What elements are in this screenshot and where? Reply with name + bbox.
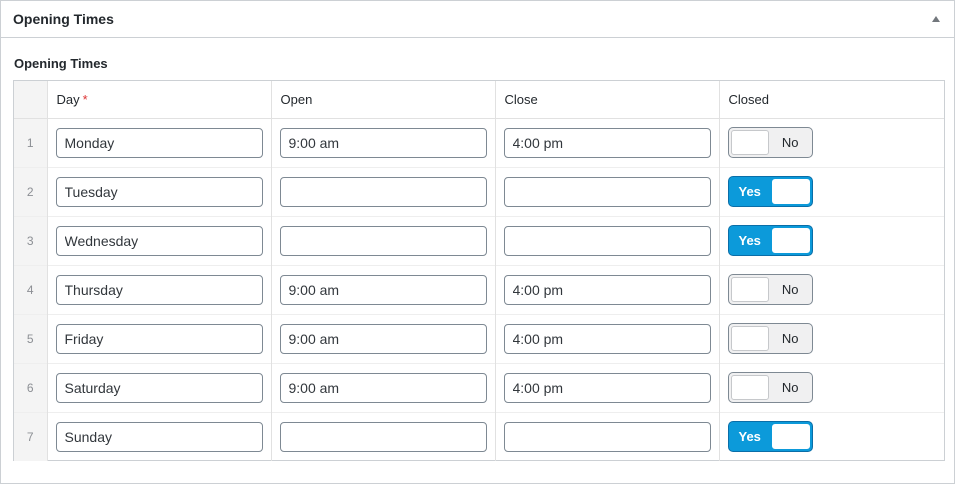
open-time-input[interactable] (279, 274, 487, 305)
table-row: 7 Yes (14, 411, 944, 461)
open-time-input[interactable] (279, 421, 487, 452)
closed-toggle[interactable]: Yes (727, 421, 813, 453)
day-input[interactable] (55, 274, 263, 305)
close-time-input[interactable] (503, 225, 711, 256)
day-input[interactable] (55, 176, 263, 207)
close-cell (494, 411, 719, 461)
open-time-input[interactable] (279, 127, 487, 158)
open-cell (270, 411, 495, 461)
closed-toggle[interactable]: No (727, 372, 813, 403)
column-header-closed: Closed (718, 81, 944, 119)
close-time-input[interactable] (503, 323, 711, 354)
required-marker: * (82, 91, 88, 107)
table-row: 1 No (14, 118, 944, 167)
day-cell (46, 313, 271, 363)
close-time-input[interactable] (503, 127, 711, 158)
table-row: 6 No (14, 362, 944, 412)
opening-times-repeater: Day* Open Close Closed 1 No 2 (13, 80, 945, 461)
day-input[interactable] (55, 323, 263, 354)
day-cell (46, 411, 271, 461)
closed-toggle-label: Yes (738, 429, 761, 445)
open-cell (270, 264, 495, 314)
day-input[interactable] (55, 421, 263, 452)
row-index[interactable]: 3 (14, 215, 47, 265)
close-cell (494, 215, 719, 265)
triangle-up-icon[interactable] (932, 16, 940, 22)
closed-cell: Yes (718, 411, 944, 461)
closed-toggle-label: No (781, 135, 799, 150)
column-header-close: Close (494, 81, 719, 119)
open-time-input[interactable] (279, 225, 487, 256)
closed-toggle-label: No (781, 331, 799, 346)
closed-cell: No (718, 264, 944, 314)
row-index[interactable]: 6 (14, 362, 47, 412)
closed-toggle[interactable]: Yes (727, 225, 813, 256)
row-index[interactable]: 1 (14, 118, 47, 167)
open-cell (270, 166, 495, 216)
row-index[interactable]: 7 (14, 411, 47, 461)
close-time-input[interactable] (503, 421, 711, 452)
open-cell (270, 362, 495, 412)
closed-cell: No (718, 362, 944, 412)
day-cell (46, 215, 271, 265)
toggle-knob (730, 326, 769, 351)
close-time-input[interactable] (503, 274, 711, 305)
closed-toggle-label: Yes (738, 233, 761, 248)
repeater-table: Day* Open Close Closed 1 No 2 (14, 81, 944, 461)
open-cell (270, 118, 495, 167)
row-index[interactable]: 2 (14, 166, 47, 216)
open-time-input[interactable] (279, 323, 487, 354)
row-index[interactable]: 4 (14, 264, 47, 314)
day-cell (46, 166, 271, 216)
closed-toggle-label: Yes (738, 184, 761, 199)
toggle-knob (730, 130, 769, 155)
day-cell (46, 118, 271, 167)
closed-cell: No (718, 313, 944, 363)
day-input[interactable] (55, 372, 263, 403)
table-row: 5 No (14, 313, 944, 363)
column-header-day: Day * (46, 81, 271, 119)
index-column-header (14, 81, 47, 119)
day-cell (46, 362, 271, 412)
metabox-title: Opening Times (13, 11, 114, 27)
opening-times-metabox: Opening Times Opening Times Day * Open Cl… (0, 0, 955, 484)
toggle-knob (730, 277, 769, 302)
close-cell (494, 166, 719, 216)
closed-toggle[interactable]: No (727, 274, 813, 305)
toggle-knob (771, 179, 810, 204)
close-cell (494, 362, 719, 412)
column-header-day-label: Day (56, 91, 80, 107)
open-time-input[interactable] (279, 176, 487, 207)
closed-toggle-label: No (781, 380, 799, 395)
close-cell (494, 264, 719, 314)
day-input[interactable] (55, 127, 263, 158)
closed-toggle[interactable]: No (727, 127, 813, 158)
close-time-input[interactable] (503, 372, 711, 403)
table-row: 2 Yes (14, 166, 944, 216)
toggle-knob (730, 375, 769, 400)
column-header-open: Open (270, 81, 495, 119)
close-cell (494, 313, 719, 363)
open-cell (270, 215, 495, 265)
table-row: 3 Yes (14, 215, 944, 265)
closed-toggle-label: No (781, 282, 799, 297)
closed-cell: No (718, 118, 944, 167)
closed-toggle[interactable]: Yes (727, 176, 813, 207)
row-index[interactable]: 5 (14, 313, 47, 363)
metabox-header[interactable]: Opening Times (1, 1, 954, 38)
field-label: Opening Times (14, 56, 108, 71)
closed-cell: Yes (718, 215, 944, 265)
closed-cell: Yes (718, 166, 944, 216)
toggle-knob (771, 228, 810, 253)
close-time-input[interactable] (503, 176, 711, 207)
closed-toggle[interactable]: No (727, 323, 813, 354)
open-time-input[interactable] (279, 372, 487, 403)
day-input[interactable] (55, 225, 263, 256)
close-cell (494, 118, 719, 167)
day-cell (46, 264, 271, 314)
table-row: 4 No (14, 264, 944, 314)
table-header-row: Day * Open Close Closed (14, 81, 944, 119)
toggle-knob (771, 424, 810, 450)
open-cell (270, 313, 495, 363)
